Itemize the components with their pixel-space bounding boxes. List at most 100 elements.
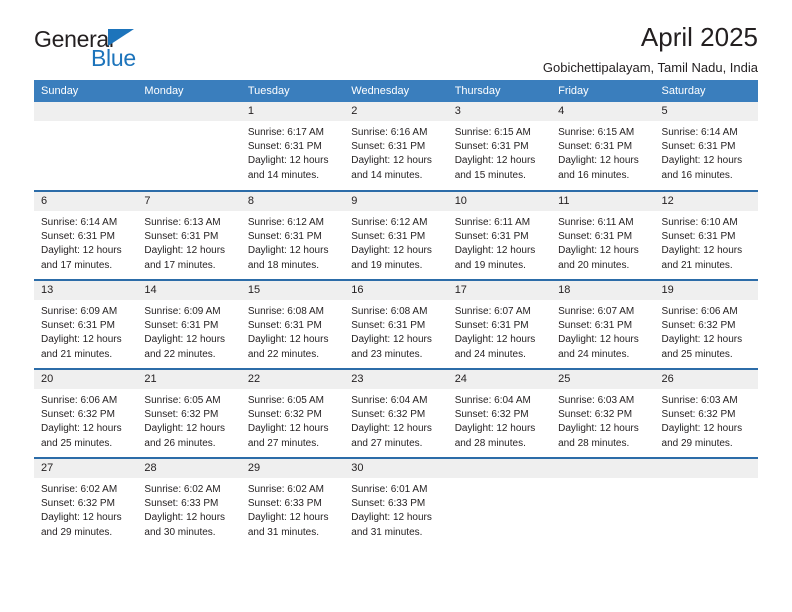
sunrise-text: Sunrise: 6:02 AM — [41, 484, 118, 495]
calendar-day-cell[interactable]: 24 Sunrise: 6:04 AM Sunset: 6:32 PM Dayligh… — [447, 368, 552, 458]
day-cell-inner: 6 Sunrise: 6:14 AM Sunset: 6:31 PM Daylight… — [34, 192, 138, 279]
calendar-day-cell[interactable]: 22 Sunrise: 6:05 AM Sunset: 6:32 PM Dayligh… — [240, 368, 345, 458]
calendar-day-cell[interactable]: 5 Sunrise: 6:14 AM Sunset: 6:31 PM Daylight… — [654, 102, 758, 191]
calendar-day-cell[interactable]: 11 Sunrise: 6:11 AM Sunset: 6:31 PM Dayligh… — [551, 190, 655, 280]
daylight-text-line2: and 29 minutes. — [41, 526, 113, 538]
calendar-day-cell[interactable]: 20 Sunrise: 6:06 AM Sunset: 6:32 PM Dayligh… — [34, 368, 138, 458]
page-header: General Blue April 2025 Gobichettipalaya… — [34, 0, 758, 75]
daylight-text-line1: Daylight: 12 hours — [351, 423, 432, 435]
daylight-text-line2: and 21 minutes. — [41, 348, 113, 360]
day-number: 22 — [240, 370, 345, 389]
day-cell-inner: 21 Sunrise: 6:05 AM Sunset: 6:32 PM Dayligh… — [137, 370, 241, 457]
daylight-text-line2: and 23 minutes. — [351, 348, 423, 360]
sunrise-text: Sunrise: 6:02 AM — [247, 484, 324, 495]
calendar-day-cell[interactable]: 14 Sunrise: 6:09 AM Sunset: 6:31 PM Dayligh… — [137, 279, 241, 369]
sunset-text: Sunset: 6:31 PM — [558, 320, 633, 332]
calendar-day-cell[interactable]: 21 Sunrise: 6:05 AM Sunset: 6:32 PM Dayligh… — [137, 368, 241, 458]
calendar-day-cell[interactable]: 28 Sunrise: 6:02 AM Sunset: 6:33 PM Dayligh… — [137, 457, 241, 547]
day-sun-info: Sunrise: 6:17 AM Sunset: 6:31 PM Daylight:… — [241, 121, 344, 183]
calendar-day-cell[interactable]: 17 Sunrise: 6:07 AM Sunset: 6:31 PM Dayligh… — [447, 279, 552, 369]
calendar-day-cell[interactable]: 19 Sunrise: 6:06 AM Sunset: 6:32 PM Dayligh… — [654, 279, 758, 369]
day-cell-inner: 19 Sunrise: 6:06 AM Sunset: 6:32 PM Dayligh… — [654, 281, 758, 368]
calendar-day-cell[interactable]: 26 Sunrise: 6:03 AM Sunset: 6:32 PM Dayligh… — [654, 368, 758, 458]
day-sun-info: Sunrise: 6:02 AM Sunset: 6:32 PM Daylight:… — [34, 478, 137, 540]
sunrise-text: Sunrise: 6:05 AM — [144, 395, 221, 406]
sunrise-text: Sunrise: 6:11 AM — [558, 217, 634, 228]
sunset-text: Sunset: 6:33 PM — [351, 498, 426, 510]
day-sun-info: Sunrise: 6:11 AM Sunset: 6:31 PM Daylight:… — [551, 211, 654, 273]
day-number: 16 — [344, 281, 448, 300]
daylight-text-line1: Daylight: 12 hours — [351, 245, 432, 257]
calendar-day-cell[interactable]: 16 Sunrise: 6:08 AM Sunset: 6:31 PM Dayligh… — [344, 279, 448, 369]
calendar-day-cell[interactable]: 2 Sunrise: 6:16 AM Sunset: 6:31 PM Daylight… — [344, 102, 448, 191]
day-sun-info: Sunrise: 6:13 AM Sunset: 6:31 PM Daylight:… — [137, 211, 240, 273]
day-sun-info: Sunrise: 6:09 AM Sunset: 6:31 PM Daylight:… — [137, 300, 240, 362]
daylight-text-line2: and 20 minutes. — [558, 259, 630, 271]
day-number: 10 — [447, 192, 552, 211]
calendar-day-cell[interactable]: 25 Sunrise: 6:03 AM Sunset: 6:32 PM Dayligh… — [551, 368, 655, 458]
daylight-text-line2: and 27 minutes. — [351, 437, 423, 449]
daylight-text-line2: and 25 minutes. — [41, 437, 113, 449]
calendar-day-cell[interactable]: 27 Sunrise: 6:02 AM Sunset: 6:32 PM Dayligh… — [34, 457, 138, 547]
day-cell-inner: 23 Sunrise: 6:04 AM Sunset: 6:32 PM Dayligh… — [344, 370, 448, 457]
sunrise-text: Sunrise: 6:09 AM — [41, 306, 118, 317]
sunrise-text: Sunrise: 6:04 AM — [351, 395, 428, 406]
daylight-text-line2: and 16 minutes. — [661, 169, 733, 181]
day-number: 6 — [34, 192, 138, 211]
day-number: 12 — [654, 192, 758, 211]
calendar-day-cell[interactable]: 6 Sunrise: 6:14 AM Sunset: 6:31 PM Daylight… — [34, 190, 138, 280]
calendar-week-row: 1 Sunrise: 6:17 AM Sunset: 6:31 PM Daylight… — [34, 102, 758, 191]
calendar-day-cell[interactable]: 3 Sunrise: 6:15 AM Sunset: 6:31 PM Daylight… — [447, 102, 552, 191]
calendar-day-cell[interactable]: 29 Sunrise: 6:02 AM Sunset: 6:33 PM Dayligh… — [240, 457, 345, 547]
day-sun-info: Sunrise: 6:09 AM Sunset: 6:31 PM Daylight:… — [34, 300, 137, 362]
calendar-day-cell[interactable]: 15 Sunrise: 6:08 AM Sunset: 6:31 PM Dayligh… — [240, 279, 345, 369]
calendar-day-cell[interactable]: 10 Sunrise: 6:11 AM Sunset: 6:31 PM Dayligh… — [447, 190, 552, 280]
daylight-text-line2: and 16 minutes. — [558, 169, 630, 181]
daylight-text-line1: Daylight: 12 hours — [41, 512, 122, 524]
calendar-day-cell-empty — [447, 457, 552, 547]
daylight-text-line1: Daylight: 12 hours — [661, 245, 743, 257]
sunset-text: Sunset: 6:33 PM — [247, 498, 322, 510]
daylight-text-line2: and 19 minutes. — [351, 259, 423, 271]
sunrise-text: Sunrise: 6:16 AM — [351, 127, 428, 138]
sunset-text: Sunset: 6:31 PM — [661, 231, 736, 243]
sunset-text: Sunset: 6:32 PM — [661, 409, 736, 421]
sunset-text: Sunset: 6:31 PM — [454, 231, 529, 243]
sunrise-text: Sunrise: 6:17 AM — [247, 127, 324, 138]
daylight-text-line2: and 22 minutes. — [144, 348, 216, 360]
day-number: 5 — [654, 102, 758, 121]
calendar-day-cell[interactable]: 9 Sunrise: 6:12 AM Sunset: 6:31 PM Daylight… — [344, 190, 448, 280]
daylight-text-line1: Daylight: 12 hours — [144, 423, 226, 435]
day-number: 30 — [344, 459, 448, 478]
calendar-day-cell[interactable]: 7 Sunrise: 6:13 AM Sunset: 6:31 PM Daylight… — [137, 190, 241, 280]
calendar-page: General Blue April 2025 Gobichettipalaya… — [0, 0, 792, 612]
day-cell-inner: 3 Sunrise: 6:15 AM Sunset: 6:31 PM Daylight… — [447, 102, 552, 189]
day-sun-info: Sunrise: 6:01 AM Sunset: 6:33 PM Daylight:… — [344, 478, 447, 540]
daylight-text-line1: Daylight: 12 hours — [247, 155, 329, 167]
calendar-day-cell[interactable]: 18 Sunrise: 6:07 AM Sunset: 6:31 PM Dayligh… — [551, 279, 655, 369]
calendar-week-row: 27 Sunrise: 6:02 AM Sunset: 6:32 PM Dayligh… — [34, 457, 758, 547]
daylight-text-line2: and 14 minutes. — [351, 169, 423, 181]
calendar-day-cell[interactable]: 23 Sunrise: 6:04 AM Sunset: 6:32 PM Dayligh… — [344, 368, 448, 458]
day-sun-info: Sunrise: 6:06 AM Sunset: 6:32 PM Daylight:… — [34, 389, 137, 451]
calendar-day-cell[interactable]: 4 Sunrise: 6:15 AM Sunset: 6:31 PM Daylight… — [551, 102, 655, 191]
sunset-text: Sunset: 6:31 PM — [41, 231, 115, 243]
day-cell-inner: 25 Sunrise: 6:03 AM Sunset: 6:32 PM Dayligh… — [551, 370, 655, 457]
sunset-text: Sunset: 6:31 PM — [247, 141, 322, 153]
sunrise-text: Sunrise: 6:06 AM — [41, 395, 118, 406]
daylight-text-line2: and 26 minutes. — [144, 437, 216, 449]
general-blue-logo[interactable]: General Blue — [34, 26, 224, 76]
day-cell-inner: 15 Sunrise: 6:08 AM Sunset: 6:31 PM Dayligh… — [240, 281, 345, 368]
day-sun-info: Sunrise: 6:11 AM Sunset: 6:31 PM Daylight:… — [448, 211, 551, 273]
daylight-text-line1: Daylight: 12 hours — [454, 334, 536, 346]
calendar-day-cell[interactable]: 13 Sunrise: 6:09 AM Sunset: 6:31 PM Dayligh… — [34, 279, 138, 369]
daylight-text-line2: and 15 minutes. — [454, 169, 526, 181]
calendar-day-cell[interactable]: 30 Sunrise: 6:01 AM Sunset: 6:33 PM Dayligh… — [344, 457, 448, 547]
sunrise-text: Sunrise: 6:04 AM — [454, 395, 531, 406]
calendar-day-cell[interactable]: 8 Sunrise: 6:12 AM Sunset: 6:31 PM Daylight… — [240, 190, 345, 280]
day-sun-info: Sunrise: 6:05 AM Sunset: 6:32 PM Daylight:… — [241, 389, 344, 451]
daylight-text-line2: and 17 minutes. — [144, 259, 216, 271]
calendar-day-cell[interactable]: 1 Sunrise: 6:17 AM Sunset: 6:31 PM Daylight… — [240, 102, 345, 191]
sunset-text: Sunset: 6:31 PM — [661, 141, 736, 153]
calendar-day-cell[interactable]: 12 Sunrise: 6:10 AM Sunset: 6:31 PM Dayligh… — [654, 190, 758, 280]
